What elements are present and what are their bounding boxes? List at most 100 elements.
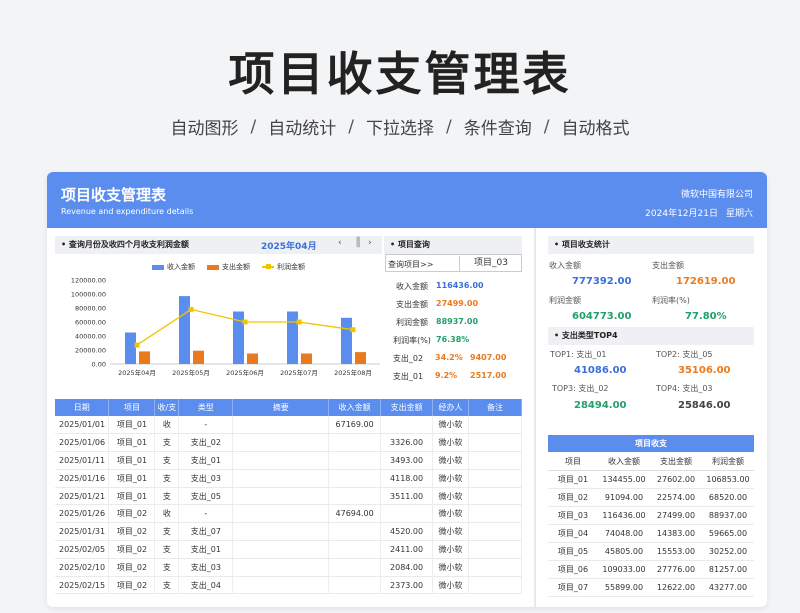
income-expense-chart: 120000.00 100000.00 80000.00 60000.00 40000.… — [71, 277, 380, 377]
stats-section-header: • 项目收支统计 — [548, 236, 754, 254]
next-month-button[interactable]: › — [368, 238, 372, 248]
table-cell: 4520.00 — [380, 522, 434, 542]
y-tick-label: 0.00 — [92, 361, 106, 369]
project-select[interactable]: 查询项目>> 项目_03 — [385, 254, 522, 272]
column-header[interactable]: 日期 — [55, 399, 110, 416]
income-bar — [125, 332, 136, 364]
column-header[interactable]: 备注 — [468, 399, 522, 416]
table-cell — [232, 504, 330, 524]
column-header[interactable]: 收入金额 — [598, 453, 650, 471]
table-cell: 微小软 — [432, 504, 469, 524]
expense-bar — [247, 353, 258, 364]
table-cell: 2373.00 — [380, 576, 434, 595]
legend-swatch-income — [152, 264, 164, 270]
feature-separator: / — [446, 116, 452, 137]
column-header[interactable]: 支出金额 — [380, 399, 434, 416]
column-divider — [534, 228, 536, 607]
table-cell: - — [178, 416, 234, 435]
table-cell: 3326.00 — [380, 433, 434, 453]
project-table-header: 项目 收入金额 支出金额 利润金额 — [548, 453, 754, 471]
table-row[interactable]: 项目_07 55899.00 12622.00 43277.00 — [548, 578, 754, 597]
feature-separator: / — [250, 116, 257, 137]
table-row[interactable]: 项目_02 91094.00 22574.00 68520.00 — [548, 488, 754, 507]
column-header[interactable]: 支出金额 — [650, 453, 702, 471]
table-cell — [468, 416, 522, 435]
x-tick-label: 2025年08月 — [334, 368, 372, 377]
table-row[interactable]: 2025/01/01 项目_01 收 - 67169.00 微小软 — [55, 416, 522, 435]
scroll-handle[interactable]: ▐ — [353, 238, 360, 248]
prev-month-button[interactable]: ‹ — [338, 238, 342, 248]
table-row[interactable]: 项目_01 134455.00 27602.00 106853.00 — [548, 470, 754, 489]
profit-point — [350, 327, 356, 333]
table-row[interactable]: 2025/01/21 项目_01 支支出_05 3511.00 微小软 — [55, 487, 522, 506]
query-expense-amount: 9407.00 — [470, 353, 507, 362]
table-row[interactable]: 项目_06 109033.00 27776.00 81257.00 — [548, 560, 754, 579]
table-cell: 45805.00 — [598, 542, 650, 561]
query-section-title: • 项目查询 — [390, 240, 430, 249]
feature-item: 条件查询 — [463, 119, 532, 139]
column-header[interactable]: 收/支 — [154, 399, 180, 416]
table-row[interactable]: 项目_04 74048.00 14383.00 59665.00 — [548, 524, 754, 543]
column-header[interactable]: 利润金额 — [702, 453, 754, 471]
table-cell — [468, 522, 522, 542]
table-row[interactable]: 2025/02/05 项目_02 支支出_01 2411.00 微小软 — [55, 540, 522, 559]
column-header[interactable]: 项目 — [548, 453, 598, 471]
expense-bar — [355, 352, 366, 364]
banner-date: 2024年12月21日 星期六 — [637, 206, 753, 219]
table-cell: 支 — [154, 576, 180, 595]
table-cell — [468, 504, 522, 524]
table-cell: 3511.00 — [380, 487, 434, 506]
y-tick-label: 20000.00 — [75, 347, 106, 355]
top1-value: 41086.00 — [574, 365, 627, 376]
table-row[interactable]: 项目_05 45805.00 15553.00 30252.00 — [548, 542, 754, 561]
chart-section-title: • 查询月份及收四个月收支利润金额 — [61, 240, 189, 249]
table-cell: 项目_04 — [548, 524, 598, 543]
month-selector[interactable]: 2025年04月 — [261, 239, 317, 252]
query-expense-label: 支出_02 — [392, 354, 424, 363]
table-cell — [328, 433, 382, 453]
table-row[interactable]: 2025/02/10 项目_02 支支出_03 2084.00 微小软 — [55, 558, 522, 577]
table-cell: 微小软 — [432, 540, 469, 559]
table-row[interactable]: 2025/01/26 项目_02 收 - 47694.00 微小软 — [55, 504, 522, 524]
table-cell: 支出_01 — [178, 451, 234, 470]
table-cell — [328, 469, 382, 488]
query-section-header: • 项目查询 — [384, 236, 522, 254]
project-select-value[interactable]: 项目_03 — [459, 256, 522, 271]
x-tick-label: 2025年06月 — [226, 368, 264, 377]
banner-subtitle: Revenue and expenditure details — [61, 207, 194, 216]
table-cell: 项目_06 — [548, 560, 598, 579]
table-cell: 2084.00 — [380, 558, 434, 577]
table-cell: 2025/02/15 — [55, 576, 110, 595]
column-header[interactable]: 收入金额 — [328, 399, 382, 416]
table-row[interactable]: 2025/02/15 项目_02 支支出_04 2373.00 微小软 — [55, 576, 522, 595]
x-tick-label: 2025年05月 — [172, 368, 210, 377]
table-row[interactable]: 2025/01/16 项目_01 支支出_03 4118.00 微小软 — [55, 469, 522, 488]
table-cell: 项目_07 — [548, 578, 598, 597]
table-cell: 支出_02 — [178, 433, 234, 453]
table-cell: - — [178, 504, 234, 524]
table-cell: 项目_01 — [108, 451, 156, 470]
column-header[interactable]: 摘要 — [232, 399, 330, 416]
table-cell: 项目_02 — [108, 540, 156, 559]
table-cell — [468, 576, 522, 595]
table-cell: 91094.00 — [598, 488, 650, 507]
stats-section-title: • 项目收支统计 — [554, 240, 610, 249]
table-cell: 74048.00 — [598, 524, 650, 543]
table-row[interactable]: 项目_03 116436.00 27499.00 88937.00 — [548, 506, 754, 525]
table-cell — [232, 416, 330, 435]
column-header[interactable]: 经办人 — [432, 399, 469, 416]
table-row[interactable]: 2025/01/06 项目_01 支支出_02 3326.00 微小软 — [55, 433, 522, 453]
profit-point — [242, 319, 248, 325]
feature-list: 自动图形 / 自动统计 / 下拉选择 / 条件查询 / 自动格式 — [0, 114, 800, 140]
column-header[interactable]: 项目 — [108, 399, 156, 416]
table-cell — [380, 504, 434, 524]
table-cell — [468, 451, 522, 470]
column-header[interactable]: 类型 — [178, 399, 234, 416]
table-cell: 项目_05 — [548, 542, 598, 561]
table-cell — [468, 540, 522, 559]
table-row[interactable]: 2025/01/11 项目_01 支支出_01 3493.00 微小软 — [55, 451, 522, 470]
table-cell: 2025/01/31 — [55, 522, 110, 542]
query-row-value: 27499.00 — [436, 299, 479, 308]
table-row[interactable]: 2025/01/31 项目_02 支支出_07 4520.00 微小软 — [55, 522, 522, 542]
table-cell: 支出_05 — [178, 487, 234, 506]
